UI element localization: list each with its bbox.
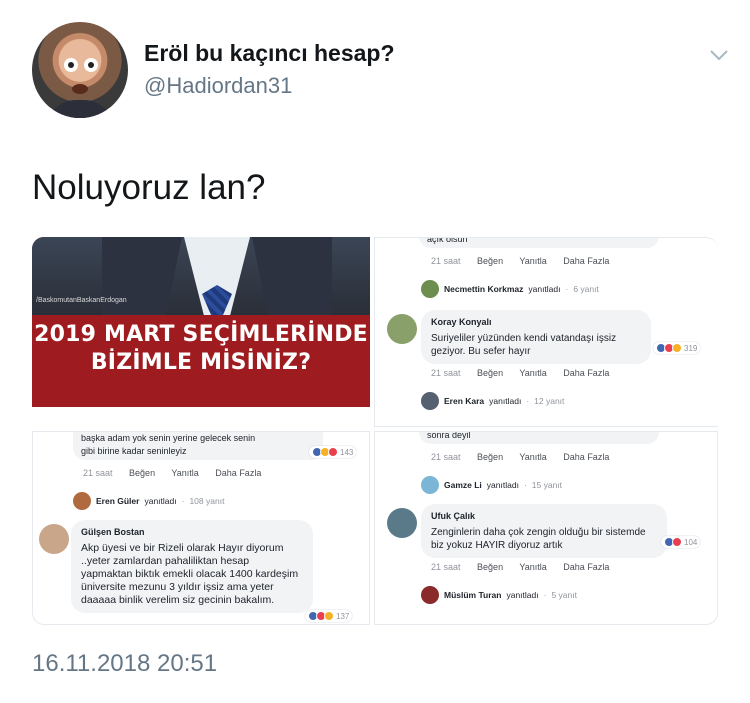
banner-line-1: 2019 MART SEÇİMLERİNDE xyxy=(34,322,368,347)
chevron-down-icon[interactable] xyxy=(708,44,730,66)
comment-cut: başka adam yok senin yerine gelecek seni… xyxy=(73,432,323,460)
reply-count: 108 yanıt xyxy=(189,496,225,506)
comment-meta: 21 saat Beğen Yanıtla Daha Fazla xyxy=(431,452,610,462)
reaction-count: 319 xyxy=(684,343,698,353)
reply-author: Necmettin Korkmaz xyxy=(444,284,524,294)
like-link[interactable]: Beğen xyxy=(477,452,503,462)
avatar xyxy=(39,524,69,554)
reply-summary[interactable]: Eren Güler yanıtladı · 108 yanıt xyxy=(73,492,224,510)
comment-author: Gülşen Bostan xyxy=(81,527,145,537)
like-link[interactable]: Beğen xyxy=(477,368,503,378)
reply-link[interactable]: Yanıtla xyxy=(519,368,546,378)
avatar xyxy=(387,508,417,538)
comment-text: Zenginlerin daha çok zengin olduğu bir s… xyxy=(431,527,646,551)
reaction-count: 137 xyxy=(336,611,350,621)
more-link[interactable]: Daha Fazla xyxy=(563,368,609,378)
reply-count: 12 yanıt xyxy=(534,396,565,406)
tweet-timestamp[interactable]: 16.11.2018 20:51 xyxy=(32,650,217,678)
media-comments-1[interactable]: açık olsun 21 saat Beğen Yanıtla Daha Fa… xyxy=(374,237,718,427)
cut-line: başka adam yok senin yerine gelecek seni… xyxy=(81,433,256,443)
meta-time: 21 saat xyxy=(431,256,461,266)
more-link[interactable]: Daha Fazla xyxy=(563,256,609,266)
author-display-name[interactable]: Eröl bu kaçıncı hesap? xyxy=(144,40,395,67)
author-avatar[interactable] xyxy=(32,22,128,118)
reply-author: Eren Kara xyxy=(444,396,485,406)
comment-meta: 21 saat Beğen Yanıtla Daha Fazla xyxy=(83,468,262,478)
comment-text: Akp üyesi ve bir Rizeli olarak Hayır diy… xyxy=(81,542,299,606)
comment-bubble: Koray Konyalı Suriyeliler yüzünden kendi… xyxy=(421,310,651,364)
comment-author: Koray Konyalı xyxy=(431,317,492,327)
comment-meta: 21 saat Beğen Yanıtla Daha Fazla xyxy=(431,562,610,572)
reply-author: Müslüm Turan xyxy=(444,590,502,600)
more-link[interactable]: Daha Fazla xyxy=(563,452,609,462)
reply-count: 15 yanıt xyxy=(531,480,563,490)
cut-line: gibi birine kadar seninleyiz xyxy=(81,446,187,456)
avatar xyxy=(421,586,439,604)
avatar-suit xyxy=(46,100,114,118)
media-photo-banner[interactable]: /BaskomutanBaskanErdogan 2019 MART SEÇİM… xyxy=(32,237,370,427)
comment-cut: açık olsun xyxy=(419,238,659,248)
reply-summary[interactable]: Eren Kara yanıtladı · 12 yanıt xyxy=(421,392,564,410)
photo-bottom-strip xyxy=(32,407,370,427)
reactions[interactable]: 143 xyxy=(309,446,357,458)
comment-author: Ufuk Çalık xyxy=(431,511,476,521)
avatar-mouth xyxy=(72,84,88,94)
reactions[interactable]: 319 xyxy=(653,342,701,354)
tweet-header: Eröl bu kaçıncı hesap? @Hadiordan31 xyxy=(30,20,730,120)
comment-bubble: Ufuk Çalık Zenginlerin daha çok zengin o… xyxy=(421,504,667,558)
election-banner: 2019 MART SEÇİMLERİNDE BİZİMLE MİSİNİZ? xyxy=(32,315,370,407)
reply-summary[interactable]: Müslüm Turan yanıtladı · 5 yanıt xyxy=(421,586,577,604)
media-comments-2[interactable]: başka adam yok senin yerine gelecek seni… xyxy=(32,431,370,625)
media-comments-3[interactable]: sonra deyil 21 saat Beğen Yanıtla Daha F… xyxy=(374,431,718,625)
avatar xyxy=(421,392,439,410)
comment-text: Suriyeliler yüzünden kendi vatandaşı işs… xyxy=(431,333,617,357)
reply-link[interactable]: Yanıtla xyxy=(519,562,546,572)
banner-line-2: BİZİMLE MİSİNİZ? xyxy=(90,350,312,375)
reaction-count: 143 xyxy=(340,447,354,457)
reply-author: Eren Güler xyxy=(96,496,140,506)
comment-meta: 21 saat Beğen Yanıtla Daha Fazla xyxy=(431,256,623,266)
comment-cut: sonra deyil xyxy=(419,432,659,444)
like-link[interactable]: Beğen xyxy=(129,468,155,478)
photo-watermark: /BaskomutanBaskanErdogan xyxy=(36,297,127,304)
avatar-eye xyxy=(84,58,98,72)
reactions[interactable]: 104 xyxy=(661,536,701,548)
avatar-eye xyxy=(64,58,78,72)
reply-author: Gamze Li xyxy=(444,480,482,490)
reply-count: 5 yanıt xyxy=(551,590,577,600)
avatar xyxy=(421,280,439,298)
avatar xyxy=(421,476,439,494)
more-link[interactable]: Daha Fazla xyxy=(563,562,609,572)
reply-link[interactable]: Yanıtla xyxy=(171,468,198,478)
comment-meta: 21 saat Beğen Yanıtla Daha Fazla xyxy=(431,368,610,378)
avatar xyxy=(73,492,91,510)
avatar xyxy=(387,314,417,344)
like-link[interactable]: Beğen xyxy=(477,562,503,572)
media-grid[interactable]: /BaskomutanBaskanErdogan 2019 MART SEÇİM… xyxy=(32,237,718,625)
like-link[interactable]: Beğen xyxy=(477,256,503,266)
reply-count: 6 yanıt xyxy=(573,284,599,294)
reply-summary[interactable]: Gamze Li yanıtladı · 15 yanıt xyxy=(421,476,562,494)
more-link[interactable]: Daha Fazla xyxy=(215,468,261,478)
author-handle[interactable]: @Hadiordan31 xyxy=(144,73,292,99)
reply-link[interactable]: Yanıtla xyxy=(519,452,546,462)
reply-verb: yanıtladı xyxy=(528,284,561,294)
reply-link[interactable]: Yanıtla xyxy=(519,256,546,266)
reactions[interactable]: 137 xyxy=(305,610,353,622)
reply-summary[interactable]: Necmettin Korkmaz yanıtladı · 6 yanıt xyxy=(421,280,599,298)
reaction-count: 104 xyxy=(684,537,698,547)
tweet-text: Noluyoruz lan? xyxy=(32,168,266,207)
comment-bubble: Gülşen Bostan Akp üyesi ve bir Rizeli ol… xyxy=(71,520,313,613)
